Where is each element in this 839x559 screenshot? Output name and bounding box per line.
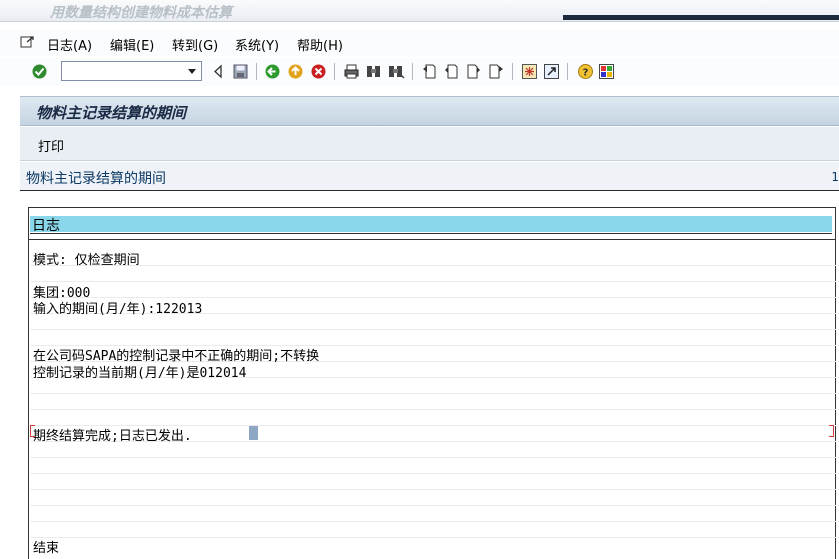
row-divider (30, 409, 836, 410)
row-divider (30, 521, 836, 522)
row-divider (30, 537, 836, 538)
system-menu-icon[interactable] (19, 34, 35, 50)
log-line-end: 结束 (33, 541, 60, 556)
window-title: 用数量结构创建物料成本估算 (50, 5, 232, 21)
toolbar-separator (512, 63, 513, 80)
save-icon[interactable] (232, 63, 249, 80)
screen-title-bar: 物料主记录结算的期间 (20, 96, 839, 126)
menu-bar: 日志(A) 编辑(E) 转到(G) 系统(Y) 帮助(H) (0, 30, 839, 56)
log-line-period: 输入的期间(月/年):122013 (33, 302, 203, 317)
print-button[interactable]: 打印 (38, 136, 64, 155)
cancel-icon[interactable] (310, 63, 327, 80)
chevron-down-icon[interactable] (184, 63, 200, 79)
title-bar-edge (563, 15, 839, 20)
toolbar-separator (567, 63, 568, 80)
menu-log[interactable]: 日志(A) (47, 35, 92, 54)
menu-help[interactable]: 帮助(H) (297, 35, 343, 54)
menu-edit[interactable]: 编辑(E) (110, 35, 154, 54)
shortcut-icon[interactable] (543, 63, 560, 80)
log-line-mode: 模式: 仅检查期间 (33, 253, 140, 268)
row-divider (30, 329, 836, 330)
application-toolbar: 打印 (20, 127, 839, 161)
toolbar-separator (412, 63, 413, 80)
command-field[interactable] (61, 61, 202, 81)
command-input[interactable] (64, 63, 182, 79)
selection-corner-left (30, 425, 35, 437)
print-icon[interactable] (343, 63, 360, 80)
collapse-arrow-icon[interactable] (210, 63, 227, 80)
last-page-icon[interactable] (487, 63, 504, 80)
menu-system[interactable]: 系统(Y) (235, 35, 279, 54)
next-page-icon[interactable] (465, 63, 482, 80)
divider (30, 233, 832, 234)
back-icon[interactable] (264, 63, 281, 80)
row-divider (30, 393, 836, 394)
selection-corner-right (829, 425, 834, 437)
divider (28, 239, 836, 240)
row-divider (30, 265, 836, 266)
list-title: 物料主记录结算的期间 (26, 171, 166, 187)
row-divider (30, 281, 836, 282)
log-header: 日志 (30, 216, 832, 234)
standard-toolbar: ? (0, 58, 839, 86)
exit-icon[interactable] (287, 63, 304, 80)
prev-page-icon[interactable] (443, 63, 460, 80)
help-icon[interactable]: ? (577, 63, 594, 80)
log-line-current-period: 控制记录的当前期(月/年)是012014 (33, 366, 247, 381)
layout-icon[interactable] (598, 63, 615, 80)
first-page-icon[interactable] (421, 63, 438, 80)
log-title: 日志 (32, 218, 60, 234)
log-line-done: 期终结算完成;日志已发出. (33, 429, 192, 444)
log-frame (28, 207, 836, 559)
toolbar-separator (334, 63, 335, 80)
create-session-icon[interactable] (521, 63, 538, 80)
text-cursor (249, 426, 258, 440)
svg-text:?: ? (583, 68, 589, 79)
row-divider (30, 457, 836, 458)
menu-goto[interactable]: 转到(G) (172, 35, 218, 54)
row-divider (30, 489, 836, 490)
list-header: 物料主记录结算的期间 1 (20, 162, 839, 191)
page-indicator: 1 (831, 170, 839, 184)
find-next-icon[interactable] (388, 63, 405, 80)
row-divider (30, 473, 836, 474)
enter-icon[interactable] (31, 63, 48, 80)
window-title-bar: 用数量结构创建物料成本估算 (0, 0, 839, 22)
toolbar-separator (256, 63, 257, 80)
screen-title: 物料主记录结算的期间 (36, 104, 187, 122)
row-divider (30, 505, 836, 506)
find-icon[interactable] (365, 63, 382, 80)
